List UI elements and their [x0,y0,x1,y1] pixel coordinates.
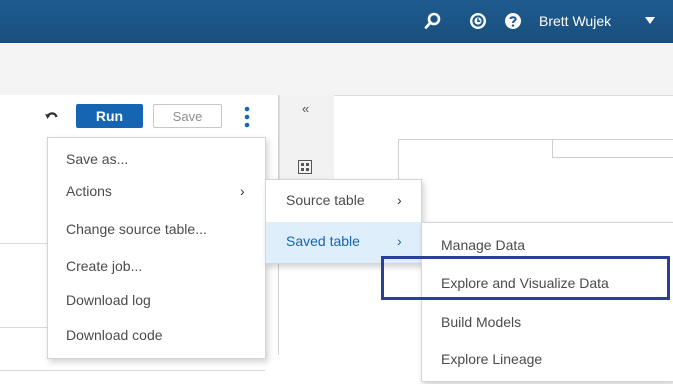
menu-item-build-models[interactable]: Build Models [422,307,673,337]
caret-down-icon[interactable] [645,17,655,25]
search-icon[interactable] [424,12,442,30]
menu-item-actions[interactable]: Actions › [48,176,265,206]
menu-item-label: Download log [66,292,151,308]
collapse-pane-button[interactable]: « [302,101,309,116]
app-header-bar: Brett Wujek [0,0,673,43]
menu-item-label: Actions [66,183,112,199]
menu-item-label: Build Models [441,314,522,330]
background-panel [398,139,399,179]
divider [0,370,265,371]
menu-item-label: Explore Lineage [441,351,543,367]
menu-item-label: Download code [66,327,163,343]
menu-item-download-code[interactable]: Download code [48,320,265,350]
chevron-right-icon: › [240,183,245,199]
recent-icon[interactable] [469,12,487,30]
emphasis-outline [381,256,670,300]
menu-item-change-source-table[interactable]: Change source table... [48,214,265,244]
background-panel [552,139,553,157]
chevron-right-icon: › [397,192,402,208]
run-button[interactable]: Run [76,104,143,128]
user-name[interactable]: Brett Wujek [539,13,611,29]
options-menu: Save as... Actions › Change source table… [47,137,266,359]
menu-item-label: Source table [286,192,365,208]
actions-submenu: Source table › Saved table › [265,179,422,264]
background-panel [398,139,673,140]
menu-item-label: Create job... [66,258,143,274]
saved-table-submenu: Manage Data Explore and Visualize Data B… [421,222,673,382]
background-panel [552,157,673,158]
undo-icon[interactable] [45,109,59,123]
menu-item-save-as[interactable]: Save as... [48,144,265,174]
grid-view-icon[interactable] [298,160,312,174]
menu-item-saved-table[interactable]: Saved table › [266,226,421,256]
chevron-right-icon: › [397,233,402,249]
more-options-icon[interactable] [240,104,254,130]
help-icon[interactable] [504,12,522,30]
menu-item-label: Save as... [66,151,129,167]
secondary-header-band [0,43,673,96]
divider [0,243,50,244]
menu-item-download-log[interactable]: Download log [48,285,265,315]
divider [0,327,50,328]
save-button[interactable]: Save [153,104,222,128]
menu-item-label: Saved table [286,233,360,249]
menu-item-explore-lineage[interactable]: Explore Lineage [422,344,673,374]
menu-item-create-job[interactable]: Create job... [48,251,265,281]
menu-item-label: Change source table... [66,221,207,237]
menu-item-source-table[interactable]: Source table › [266,185,421,215]
